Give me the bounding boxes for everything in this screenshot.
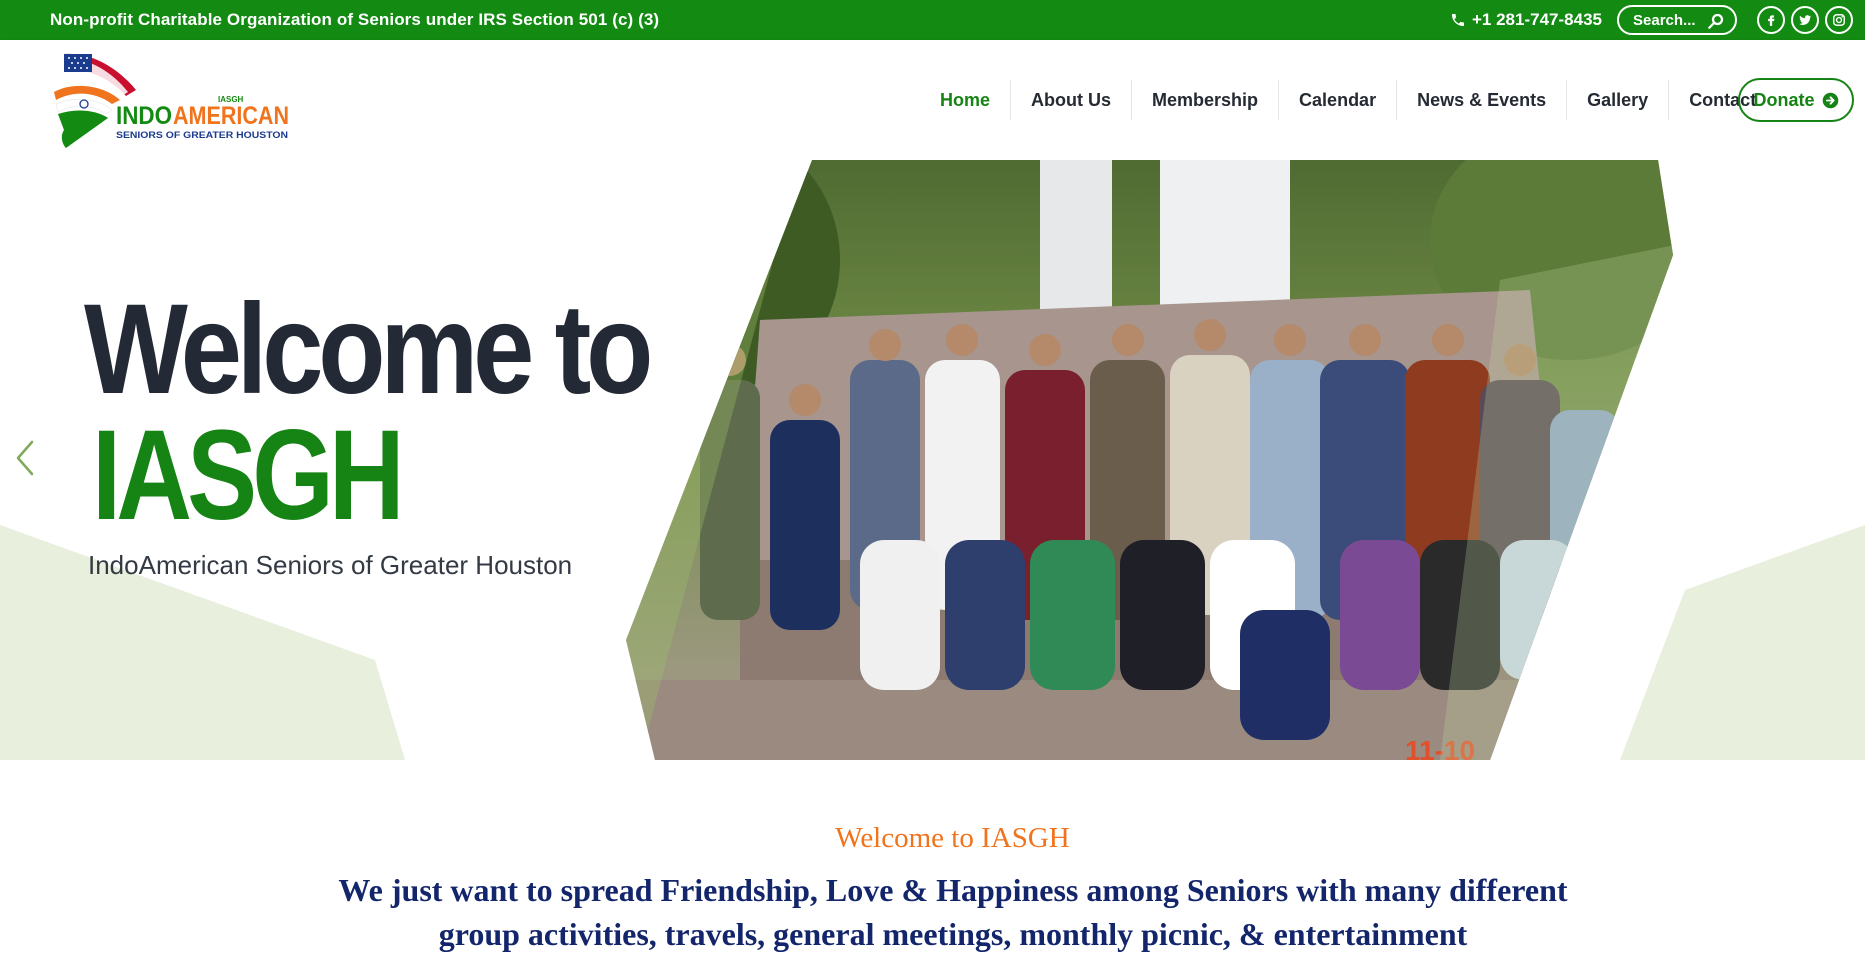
logo-graphic: IASGH INDO AMERICAN SENIORS OF GREATER H… xyxy=(54,53,289,148)
phone-link[interactable]: +1 281-747-8435 xyxy=(1450,10,1602,30)
bg-shape-right xyxy=(1620,525,1865,760)
nav-news-events[interactable]: News & Events xyxy=(1396,80,1566,120)
hero-slider: 11-10 Welcome to IASGH IndoAmerican Seni… xyxy=(0,160,1865,760)
hero-title-line2: IASGH xyxy=(92,404,405,547)
instagram-icon xyxy=(1833,14,1845,26)
top-bar: Non-profit Charitable Organization of Se… xyxy=(0,0,1865,40)
nav-home[interactable]: Home xyxy=(920,80,1010,120)
nav-calendar[interactable]: Calendar xyxy=(1278,80,1396,120)
tagline: Non-profit Charitable Organization of Se… xyxy=(50,10,660,29)
nav-membership[interactable]: Membership xyxy=(1131,80,1278,120)
group-photo: 11-10 xyxy=(626,160,1673,760)
main-nav: Home About Us Membership Calendar News &… xyxy=(920,40,1776,160)
facebook-icon xyxy=(1768,15,1775,26)
phone-icon xyxy=(1452,14,1464,26)
site-header: IASGH INDO AMERICAN SENIORS OF GREATER H… xyxy=(0,40,1865,160)
logo-subtitle: SENIORS OF GREATER HOUSTON xyxy=(116,130,288,140)
instagram-link[interactable] xyxy=(1825,6,1853,34)
donate-button[interactable]: Donate xyxy=(1738,78,1854,122)
search-icon[interactable] xyxy=(1707,12,1725,30)
search-input[interactable] xyxy=(1633,11,1707,29)
logo-brand-part1: INDO xyxy=(116,102,172,130)
chevron-left-icon xyxy=(16,440,34,476)
donate-label: Donate xyxy=(1753,89,1815,110)
welcome-heading: Welcome to IASGH xyxy=(835,822,1070,854)
welcome-text: We just want to spread Friendship, Love … xyxy=(338,872,1568,952)
nav-gallery[interactable]: Gallery xyxy=(1566,80,1668,120)
logo-brand-part2: AMERICAN xyxy=(173,102,289,130)
slider-prev-button[interactable] xyxy=(14,438,38,478)
site-logo[interactable]: IASGH INDO AMERICAN SENIORS OF GREATER H… xyxy=(52,52,292,152)
arrow-right-circle-icon xyxy=(1822,92,1838,108)
hero-title-line1: Welcome to xyxy=(84,278,653,421)
search-box[interactable] xyxy=(1617,5,1737,35)
twitter-link[interactable] xyxy=(1791,6,1819,34)
nav-about-us[interactable]: About Us xyxy=(1010,80,1131,120)
phone-number: +1 281-747-8435 xyxy=(1472,10,1602,29)
hero-subtitle: IndoAmerican Seniors of Greater Houston xyxy=(88,550,573,580)
twitter-icon xyxy=(1799,15,1812,25)
facebook-link[interactable] xyxy=(1757,6,1785,34)
